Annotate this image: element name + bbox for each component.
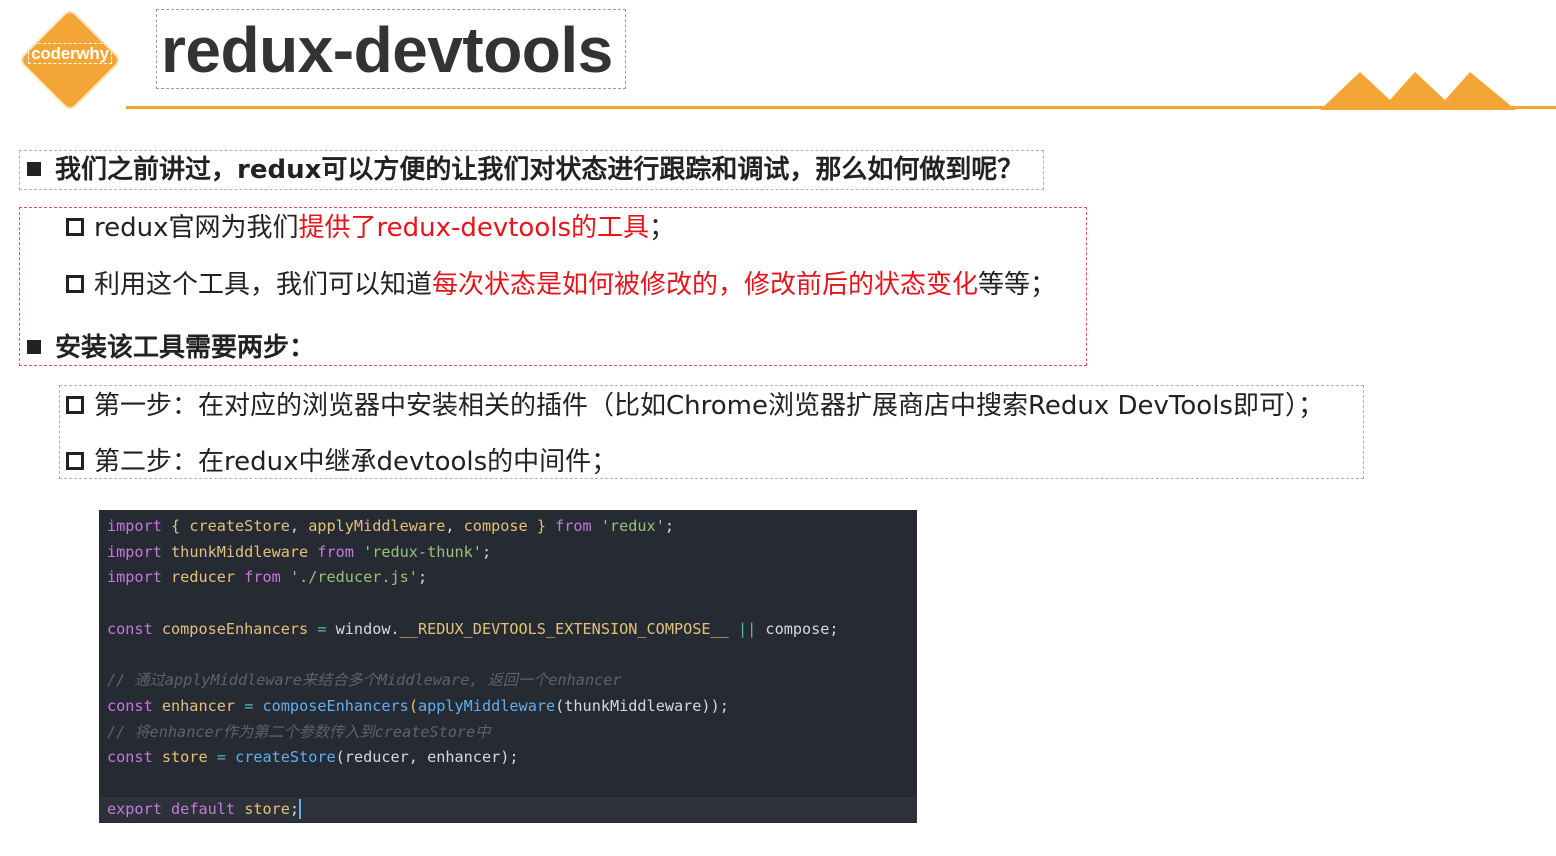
logo: coderwhy: [18, 8, 122, 112]
code-line: import thunkMiddleware from 'redux-thunk…: [107, 542, 492, 561]
hollow-square-bullet-icon: [66, 217, 84, 236]
logo-text: coderwhy: [18, 43, 122, 64]
code-line-current[interactable]: export default store;: [99, 796, 917, 823]
bullet-2-suffix: ；: [649, 213, 676, 243]
bullet-4-text: 安装该工具需要两步：: [55, 333, 316, 363]
bullet-3-highlight: 每次状态是如何被修改的，修改前后的状态变化: [432, 270, 979, 300]
bullet-3-suffix: 等等；: [978, 270, 1057, 300]
page-title-box: redux-devtools: [156, 9, 626, 89]
bullet-2: redux官网为我们提供了redux-devtools的工具；: [66, 211, 675, 245]
code-line: const enhancer = composeEnhancers(applyM…: [107, 696, 729, 715]
bullet-1-text: 我们之前讲过，redux可以方便的让我们对状态进行跟踪和调试，那么如何做到呢？: [55, 155, 1024, 185]
code-line: import reducer from './reducer.js';: [107, 568, 428, 587]
code-line: import { createStore, applyMiddleware, c…: [107, 517, 675, 535]
text-cursor: [299, 799, 302, 820]
bullet-6: 第二步：在redux中继承devtools的中间件；: [66, 445, 617, 479]
bullet-2-text: redux官网为我们: [94, 213, 299, 243]
bullet-5-text: 第一步：在对应的浏览器中安装相关的插件（比如Chrome浏览器扩展商店中搜索Re…: [94, 391, 1324, 421]
bullet-3-text: 利用这个工具，我们可以知道: [94, 270, 433, 300]
filled-square-bullet-icon: [27, 161, 41, 176]
hollow-square-bullet-icon: [66, 395, 84, 414]
filled-square-bullet-icon: [27, 339, 41, 354]
code-line: const store = createStore(reducer, enhan…: [107, 748, 519, 767]
mountains-decoration: [1320, 72, 1516, 110]
code-block[interactable]: import { createStore, applyMiddleware, c…: [99, 510, 917, 823]
code-comment: // 通过applyMiddleware来结合多个Middleware, 返回一…: [107, 671, 622, 690]
bullet-6-text: 第二步：在redux中继承devtools的中间件；: [94, 447, 618, 477]
hollow-square-bullet-icon: [66, 274, 84, 293]
bullet-1: 我们之前讲过，redux可以方便的让我们对状态进行跟踪和调试，那么如何做到呢？: [27, 153, 1023, 187]
code-line: const composeEnhancers = window.__REDUX_…: [107, 619, 839, 638]
hollow-square-bullet-icon: [66, 451, 84, 470]
bullet-5: 第一步：在对应的浏览器中安装相关的插件（比如Chrome浏览器扩展商店中搜索Re…: [66, 389, 1324, 423]
bullet-4: 安装该工具需要两步：: [27, 331, 315, 365]
bullet-3: 利用这个工具，我们可以知道每次状态是如何被修改的，修改前后的状态变化等等；: [66, 268, 1056, 302]
bullet-2-highlight: 提供了redux-devtools的工具: [298, 213, 650, 243]
code-comment: // 将enhancer作为第二个参数传入到createStore中: [107, 722, 491, 741]
page-title: redux-devtools: [161, 14, 613, 86]
